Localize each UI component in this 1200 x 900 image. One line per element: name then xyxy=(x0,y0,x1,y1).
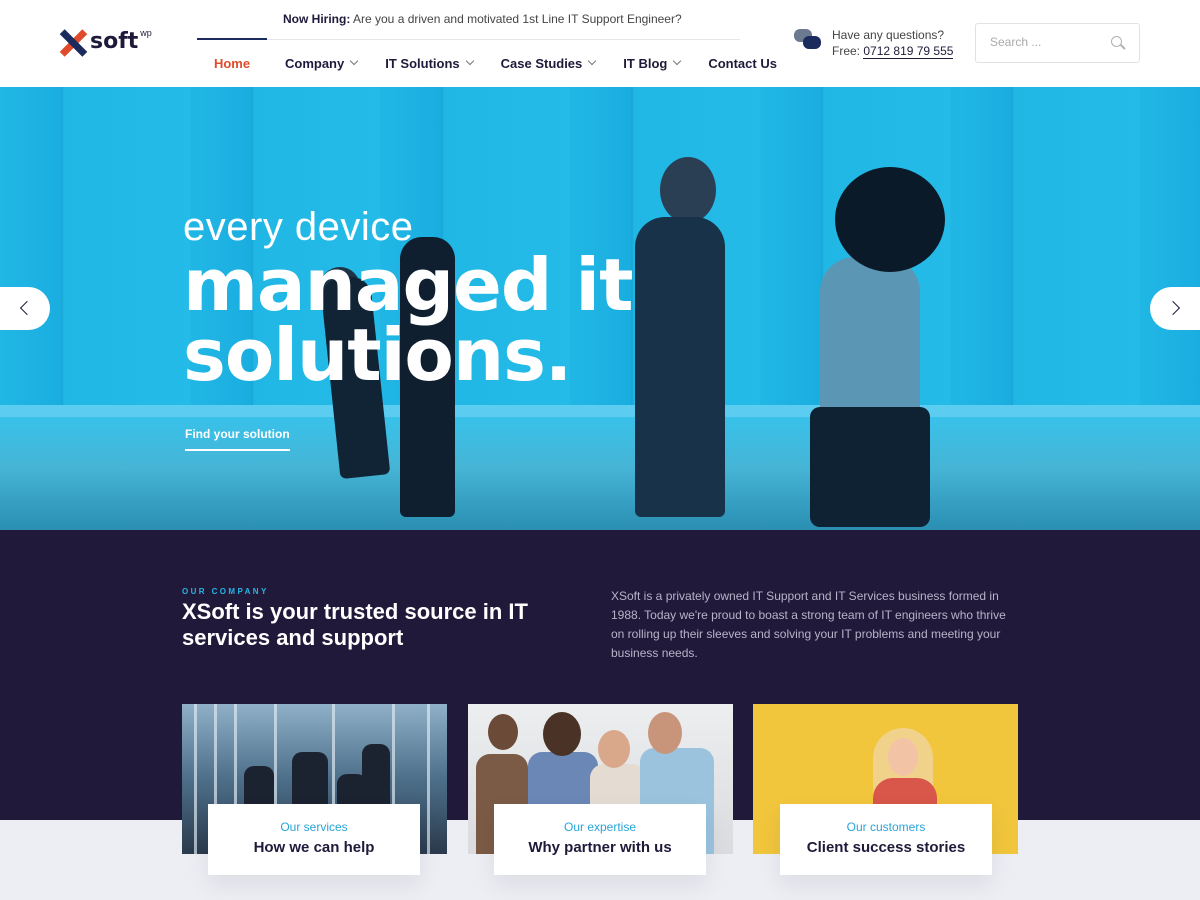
chevron-down-icon xyxy=(349,56,359,66)
nav-company-label: Company xyxy=(285,55,345,71)
expertise-card[interactable]: Our expertise Why partner with us xyxy=(494,804,706,875)
nav-case-studies-label: Case Studies xyxy=(500,55,583,71)
hero-background-ground xyxy=(0,417,1200,530)
chevron-left-icon xyxy=(19,300,35,316)
site-logo[interactable]: soft wp xyxy=(59,28,152,57)
contact-free-label: Free: xyxy=(832,44,861,58)
nav-it-blog[interactable]: IT Blog xyxy=(623,55,682,71)
customer-figure xyxy=(888,738,918,776)
services-card-subtitle: Our services xyxy=(280,820,348,834)
hero-title-line-1: managed it xyxy=(183,243,634,327)
nav-contact-us[interactable]: Contact Us xyxy=(708,56,777,71)
contact-phone-link[interactable]: 0712 819 79 555 xyxy=(863,44,954,59)
hero-person-figure xyxy=(635,217,725,517)
search-input[interactable] xyxy=(990,35,1110,49)
nav-case-studies[interactable]: Case Studies xyxy=(500,55,597,71)
customers-card[interactable]: Our customers Client success stories xyxy=(780,804,992,875)
hero-slider: every device managed it solutions. Find … xyxy=(0,87,1200,530)
expertise-card-subtitle: Our expertise xyxy=(563,820,637,834)
nav-it-solutions[interactable]: IT Solutions xyxy=(385,55,474,71)
nav-active-indicator xyxy=(197,38,267,40)
chat-bubbles-icon xyxy=(794,27,822,53)
logo-x-icon xyxy=(59,29,88,57)
customers-card-title: Client success stories xyxy=(806,839,966,856)
expertise-card-title: Why partner with us xyxy=(528,839,672,856)
search-icon[interactable] xyxy=(1111,36,1126,50)
hero-title-line-2: solutions. xyxy=(183,313,572,397)
slider-next-button[interactable] xyxy=(1150,287,1200,330)
nav-home-label: Home xyxy=(213,55,251,71)
nav-contact-us-label: Contact Us xyxy=(708,55,777,71)
contact-text: Have any questions? Free: 0712 819 79 55… xyxy=(832,27,954,59)
hero-person-figure xyxy=(835,167,945,272)
hiring-text: Are you a driven and motivated 1st Line … xyxy=(353,12,682,26)
nav-home[interactable]: Home xyxy=(197,56,267,71)
hero-headline: every device managed it solutions. xyxy=(183,204,634,397)
find-solution-link[interactable]: Find your solution xyxy=(185,427,290,451)
nav-company[interactable]: Company xyxy=(285,55,359,71)
nav-it-blog-label: IT Blog xyxy=(623,55,668,71)
nav-divider xyxy=(197,39,740,40)
company-eyebrow: OUR COMPANY xyxy=(182,587,269,596)
logo-text: soft xyxy=(90,29,139,54)
hero-person-figure xyxy=(810,407,930,527)
contact-question: Have any questions? xyxy=(832,28,945,42)
services-card-title: How we can help xyxy=(253,839,375,856)
contact-block: Have any questions? Free: 0712 819 79 55… xyxy=(794,27,954,59)
logo-superscript: wp xyxy=(140,28,152,38)
chevron-down-icon xyxy=(588,56,597,66)
site-header: soft wp Now Hiring: Are you a driven and… xyxy=(0,0,1200,87)
slider-prev-button[interactable] xyxy=(0,287,50,330)
customers-card-subtitle: Our customers xyxy=(846,820,926,834)
search-box xyxy=(975,23,1140,63)
chevron-down-icon xyxy=(673,56,682,66)
company-description: XSoft is a privately owned IT Support an… xyxy=(611,589,1006,660)
services-card[interactable]: Our services How we can help xyxy=(208,804,420,875)
hero-person-figure xyxy=(660,157,716,223)
chevron-right-icon xyxy=(1165,300,1181,316)
main-nav: Home Company IT Solutions Case Studies I… xyxy=(197,50,805,76)
company-title: XSoft is your trusted source in IT servi… xyxy=(182,599,528,650)
hiring-label: Now Hiring: xyxy=(283,12,351,26)
chevron-down-icon xyxy=(465,56,474,66)
hiring-announcement[interactable]: Now Hiring: Are you a driven and motivat… xyxy=(283,12,682,26)
nav-it-solutions-label: IT Solutions xyxy=(385,55,460,71)
